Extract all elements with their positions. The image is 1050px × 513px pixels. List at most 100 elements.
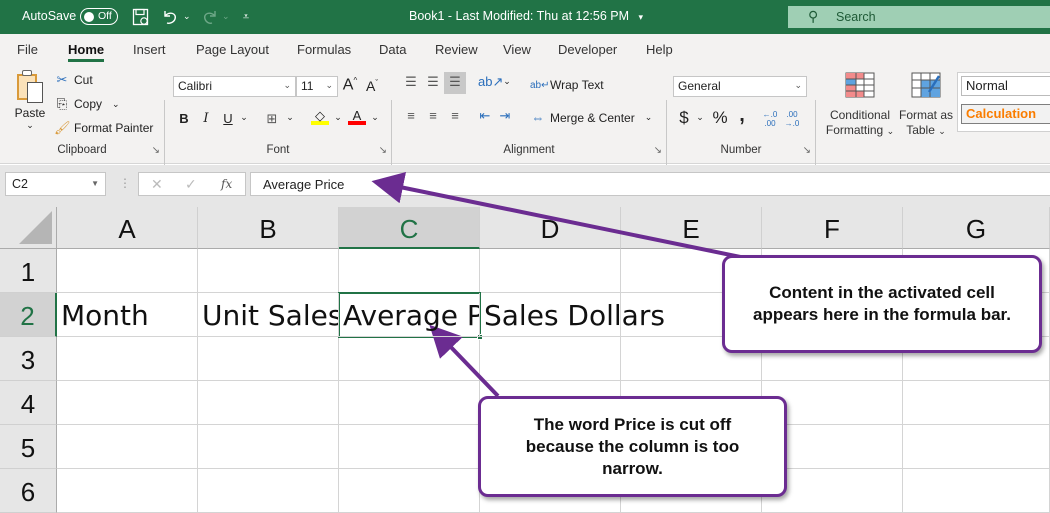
row-header-6[interactable]: 6 <box>0 469 57 513</box>
column-header-c[interactable]: C <box>339 207 480 249</box>
cell-b3[interactable] <box>198 337 339 381</box>
column-header-e[interactable]: E <box>621 207 762 249</box>
top-align-icon[interactable]: ☰ <box>402 74 420 90</box>
tab-file[interactable]: File <box>17 42 38 57</box>
cell-a5[interactable] <box>57 425 198 469</box>
number-format-select[interactable]: General ⌄ <box>673 76 807 97</box>
wrap-text-button[interactable]: ab↵ Wrap Text <box>530 78 604 92</box>
cell-d2[interactable]: Sales Dollars <box>480 293 665 337</box>
customize-toolbar-icon[interactable]: ⩡ <box>236 6 256 28</box>
tab-data[interactable]: Data <box>379 42 406 57</box>
column-header-b[interactable]: B <box>198 207 339 249</box>
italic-button[interactable]: I <box>197 111 215 126</box>
borders-dropdown-icon[interactable]: ⌄ <box>281 112 299 123</box>
font-color-dropdown-icon[interactable]: ⌄ <box>366 112 384 123</box>
format-as-table-button[interactable]: Format as Table ⌄ <box>898 72 954 139</box>
alignment-launcher-icon[interactable]: ↘ <box>654 145 662 156</box>
autosave-toggle[interactable]: Off <box>80 8 118 25</box>
column-header-a[interactable]: A <box>57 207 198 249</box>
cell-c2[interactable]: Average Price <box>339 293 480 337</box>
tab-home[interactable]: Home <box>68 42 105 62</box>
align-center-icon[interactable]: ≡ <box>424 108 442 123</box>
tab-view[interactable]: View <box>503 42 531 57</box>
font-launcher-icon[interactable]: ↘ <box>379 145 387 156</box>
cell-b6[interactable] <box>198 469 339 513</box>
row-header-2[interactable]: 2 <box>0 293 57 337</box>
column-header-f[interactable]: F <box>762 207 903 249</box>
splitter-handle[interactable]: ⋮ <box>119 176 131 190</box>
formula-input[interactable]: Average Price <box>250 172 1050 196</box>
tab-formulas[interactable]: Formulas <box>297 42 351 57</box>
cell-c4[interactable] <box>339 381 480 425</box>
fill-color-dropdown-icon[interactable]: ⌄ <box>329 112 347 123</box>
column-header-d[interactable]: D <box>480 207 621 249</box>
font-name-select[interactable]: Calibri ⌄ <box>173 76 296 97</box>
orientation-dropdown-icon[interactable]: ⌄ <box>498 76 516 87</box>
borders-icon[interactable]: ⊞ <box>263 111 281 127</box>
increase-decimal-icon[interactable]: ←.0.00 <box>761 110 779 128</box>
paste-dropdown-icon[interactable]: ⌄ <box>10 120 50 131</box>
increase-indent-icon[interactable]: ⇥ <box>496 108 514 124</box>
middle-align-icon[interactable]: ☰ <box>424 74 442 90</box>
search-box[interactable]: ⚲ Search <box>788 6 1050 28</box>
merge-center-button[interactable]: ⇔ Merge & Center ⌄ <box>530 110 653 125</box>
decrease-font-size-icon[interactable]: Aˇ <box>363 78 381 94</box>
insert-function-icon[interactable]: fx <box>221 177 232 191</box>
document-title[interactable]: Book1 - Last Modified: Thu at 12:56 PM ▾ <box>409 9 643 23</box>
cell-b1[interactable] <box>198 249 339 293</box>
underline-dropdown-icon[interactable]: ⌄ <box>235 112 253 123</box>
copy-button[interactable]: ⎘ Copy ⌄ <box>54 96 120 112</box>
enter-icon[interactable]: ✓ <box>185 176 197 193</box>
cell-a4[interactable] <box>57 381 198 425</box>
bottom-align-icon[interactable]: ☰ <box>444 72 466 94</box>
style-calculation[interactable]: Calculation <box>961 104 1050 124</box>
paste-button[interactable]: Paste ⌄ <box>10 70 50 131</box>
cell-a2[interactable]: Month <box>57 293 198 337</box>
tab-insert[interactable]: Insert <box>133 42 166 57</box>
bold-button[interactable]: B <box>175 111 193 126</box>
copy-dropdown-icon[interactable]: ⌄ <box>112 99 120 110</box>
style-normal[interactable]: Normal <box>961 76 1050 96</box>
decrease-indent-icon[interactable]: ⇤ <box>476 108 494 124</box>
cell-a1[interactable] <box>57 249 198 293</box>
row-header-1[interactable]: 1 <box>0 249 57 293</box>
cell-b5[interactable] <box>198 425 339 469</box>
cell-d1[interactable] <box>480 249 621 293</box>
column-header-g[interactable]: G <box>903 207 1050 249</box>
name-box[interactable]: C2 ▼ <box>5 172 106 196</box>
tab-help[interactable]: Help <box>646 42 673 57</box>
cell-b4[interactable] <box>198 381 339 425</box>
cell-c5[interactable] <box>339 425 480 469</box>
comma-button[interactable]: , <box>733 104 751 127</box>
cell-c3[interactable] <box>339 337 480 381</box>
cell-g5[interactable] <box>903 425 1050 469</box>
row-header-5[interactable]: 5 <box>0 425 57 469</box>
cell-a6[interactable] <box>57 469 198 513</box>
select-all-button[interactable] <box>0 207 57 249</box>
format-painter-button[interactable]: 🖌 Format Painter <box>54 120 153 136</box>
conditional-formatting-button[interactable]: Conditional Formatting ⌄ <box>822 72 898 139</box>
number-launcher-icon[interactable]: ↘ <box>803 145 811 156</box>
currency-dropdown-icon[interactable]: ⌄ <box>691 112 709 123</box>
cell-c1[interactable] <box>339 249 480 293</box>
tab-page-layout[interactable]: Page Layout <box>196 42 269 57</box>
decrease-decimal-icon[interactable]: .00 →.0 <box>783 110 801 128</box>
cell-g6[interactable] <box>903 469 1050 513</box>
tab-developer[interactable]: Developer <box>558 42 617 57</box>
save-icon[interactable] <box>131 6 151 28</box>
align-left-icon[interactable]: ≡ <box>402 108 420 123</box>
cell-b2[interactable]: Unit Sales <box>198 293 339 337</box>
increase-font-size-icon[interactable]: A^ <box>341 76 359 94</box>
cut-button[interactable]: ✂ Cut <box>54 72 93 88</box>
cancel-icon[interactable]: ✕ <box>151 176 163 193</box>
row-header-3[interactable]: 3 <box>0 337 57 381</box>
align-right-icon[interactable]: ≡ <box>446 108 464 123</box>
clipboard-launcher-icon[interactable]: ↘ <box>152 145 160 156</box>
undo-dropdown-icon[interactable]: ⌄ <box>183 11 191 22</box>
font-color-icon[interactable]: A <box>348 108 366 125</box>
undo-icon[interactable] <box>160 6 180 28</box>
orientation-icon[interactable]: ab↗ <box>478 74 503 90</box>
cell-d3[interactable] <box>480 337 621 381</box>
font-size-select[interactable]: 11 ⌄ <box>296 76 338 97</box>
merge-dropdown-icon[interactable]: ⌄ <box>645 112 653 123</box>
